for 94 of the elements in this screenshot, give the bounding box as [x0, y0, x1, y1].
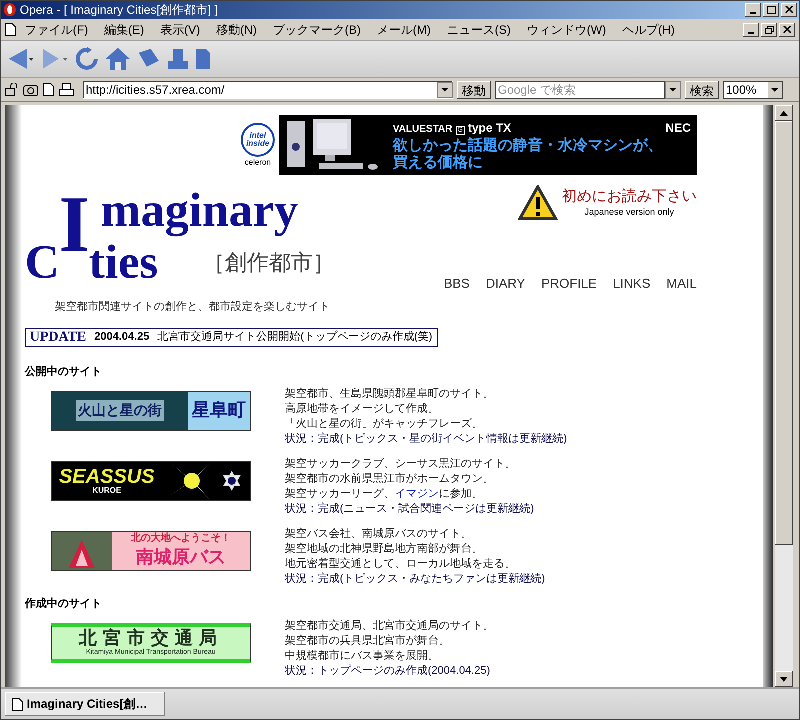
window-title: Opera - [ Imaginary Cities[創作都市] ]	[20, 2, 220, 19]
banner-caption: 北の大地へようこそ！	[131, 533, 231, 546]
maximize-icon	[766, 6, 776, 14]
maximize-button[interactable]	[763, 3, 779, 17]
update-date: 2004.04.25	[94, 330, 150, 345]
nav-link[interactable]: LINKS	[613, 274, 651, 294]
update-text: 北宮市交通局サイト公開開始(トップページのみ作成(笑)	[158, 330, 433, 345]
menu-item[interactable]: ブックマーク(B)	[266, 20, 368, 38]
ad-headline: 買える価格に	[393, 154, 484, 171]
description-text: 中規模都市にバス事業を展開。	[285, 648, 440, 664]
section-heading: 公開中のサイト	[25, 364, 103, 380]
banner-title: SEASSUS	[59, 466, 155, 486]
ad-headline: 欲しかった話題の静音・水冷マシンが、	[393, 137, 664, 154]
reload-icon[interactable]	[75, 47, 99, 71]
brand-name: NEC	[666, 120, 691, 137]
page-icon	[12, 698, 23, 710]
close-icon	[782, 26, 792, 34]
menu-item[interactable]: 移動(N)	[209, 20, 264, 38]
description-text: に参加。	[439, 486, 483, 502]
address-field[interactable]: http://icities.s57.xrea.com/	[83, 80, 453, 98]
site-banner[interactable]: SEASSUS KUROE	[51, 460, 251, 500]
search-button[interactable]: 検索	[685, 80, 719, 98]
home-icon[interactable]	[105, 47, 131, 71]
menu-item[interactable]: ニュース(S)	[440, 20, 518, 38]
processor-logo: intel inside	[241, 123, 275, 157]
description-text: 高原地帯をイメージして作成。	[285, 402, 440, 416]
notice-link[interactable]: 初めにお読み下さい Japanese version only	[518, 185, 697, 221]
minimize-button[interactable]	[745, 3, 761, 17]
scrollbar[interactable]	[775, 105, 793, 687]
dropdown-icon	[768, 82, 782, 98]
nav-link[interactable]: BBS	[444, 274, 470, 294]
minimize-icon	[750, 12, 756, 14]
status-text: 状況：完成(ニュース・試合関連ページは更新継続)	[285, 502, 534, 516]
banner-caption: 火山と星の街	[76, 400, 164, 421]
league-link[interactable]: イマジン	[395, 486, 439, 502]
nav-link[interactable]: MAIL	[666, 274, 697, 294]
camera-icon[interactable]	[23, 82, 39, 96]
menu-item[interactable]: ウィンドウ(W)	[520, 20, 614, 38]
search-field[interactable]: Google で検索	[495, 80, 665, 98]
star-emblem-icon	[222, 470, 242, 490]
description-text: 「火山と星の街」がキャッチフレーズ。	[285, 416, 484, 432]
status-text: 状況：完成(トピックス・星の街イベント情報は更新継続)	[285, 432, 568, 446]
description-text: 架空都市の兵具県北宮市が舞台。	[285, 634, 451, 648]
banner-title: 星阜町	[190, 399, 247, 422]
page-icon	[5, 23, 16, 36]
mountain-logo-icon	[67, 538, 97, 570]
go-button[interactable]: 移動	[457, 80, 491, 98]
close-icon	[784, 6, 794, 14]
close-button[interactable]	[779, 22, 795, 36]
status-text: 状況：完成(トピックス・みなたちファンは更新継続)	[285, 572, 546, 586]
page-tab[interactable]: Imaginary Cities[創…	[5, 692, 165, 716]
menu-item[interactable]: 表示(V)	[153, 20, 208, 38]
scroll-up-icon[interactable]	[780, 110, 788, 116]
description-text: 架空地域の北神県野島地方南部が舞台。	[285, 542, 484, 556]
nav-link[interactable]: DIARY	[486, 274, 526, 294]
minimize-icon	[748, 32, 754, 34]
print-icon[interactable]	[59, 82, 75, 96]
opera-logo-icon	[3, 3, 17, 17]
site-banner[interactable]: 火山と星の街 星阜町	[51, 390, 251, 430]
menu-item[interactable]: ヘルプ(H)	[615, 20, 682, 38]
tagline: 架空都市関連サイトの創作と、都市設定を楽しむサイト	[55, 300, 331, 315]
zoom-select[interactable]: 100%	[723, 80, 783, 98]
product-type: type TX	[468, 120, 512, 137]
lock-icon[interactable]	[5, 82, 19, 96]
banner-title: 北宮市交通局	[79, 629, 223, 647]
product-name: VALUESTAR	[393, 123, 453, 137]
document-icon[interactable]	[195, 48, 211, 70]
back-icon[interactable]	[7, 47, 35, 71]
close-button[interactable]	[781, 3, 797, 17]
description-text: 架空サッカークラブ、シーサス黒江のサイト。	[285, 456, 517, 472]
description-text: 架空都市、生島県隗頭郡星阜町のサイト。	[285, 386, 495, 402]
dropdown-icon[interactable]	[437, 82, 453, 98]
page-icon[interactable]	[43, 82, 55, 96]
minimize-button[interactable]	[743, 22, 759, 36]
description-text: 架空サッカーリーグ、	[285, 486, 395, 502]
processor-name: celeron	[244, 159, 272, 167]
update-label: UPDATE	[30, 328, 87, 346]
scroll-down-icon[interactable]	[780, 676, 788, 682]
section-heading: 作成中のサイト	[25, 596, 103, 612]
description-text: 架空都市の水前県黒江市がホームタウン。	[285, 472, 495, 486]
menu-item[interactable]: メール(M)	[370, 20, 438, 38]
restore-button[interactable]	[761, 22, 777, 36]
restore-icon	[764, 26, 774, 34]
warning-icon	[518, 185, 558, 221]
nav-link[interactable]: PROFILE	[541, 274, 598, 294]
description-text: 地元密着型交通として、ローカル地域を走る。	[285, 556, 517, 572]
status-text: 状況：トップページのみ作成(2004.04.25)	[285, 664, 492, 678]
dropdown-icon[interactable]	[665, 80, 681, 98]
menu-item[interactable]: 編集(E)	[97, 20, 152, 38]
description-text: 架空都市交通局、北宮市交通局のサイト。	[285, 618, 494, 634]
banner-title: 南城原バス	[136, 546, 226, 568]
menu-item[interactable]: ファイル(F)	[18, 20, 96, 38]
description-text: 架空バス会社、南城原バスのサイト。	[285, 526, 473, 542]
banner-caption: KUROE	[92, 486, 122, 494]
